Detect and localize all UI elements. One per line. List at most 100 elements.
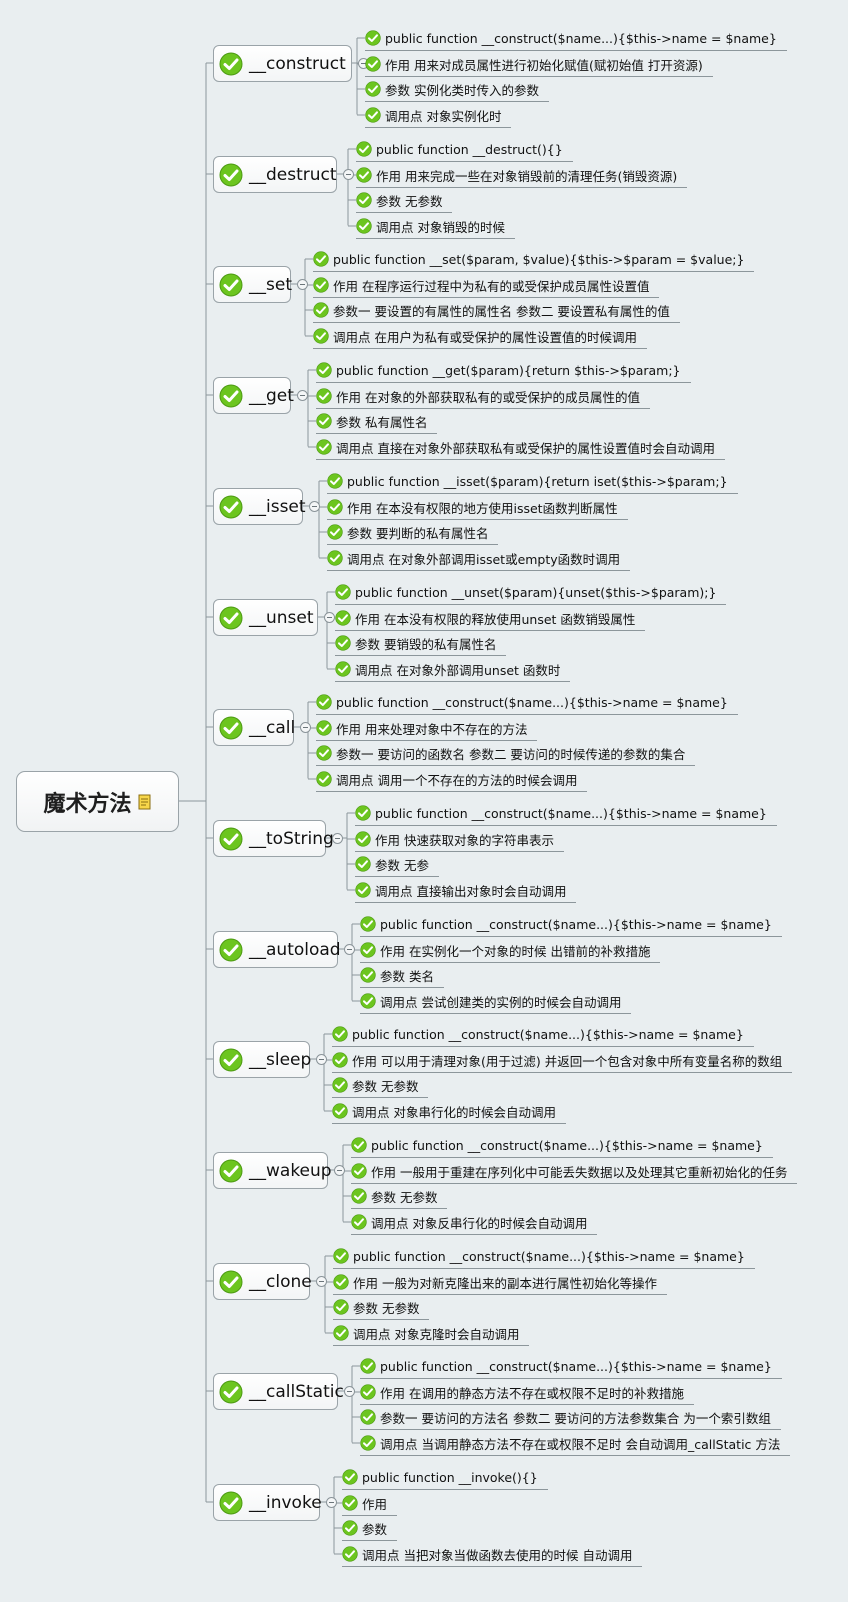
leaf-node[interactable]: public function __construct($name...){$t… bbox=[332, 1022, 754, 1047]
branch-node--get[interactable]: __get bbox=[213, 377, 294, 414]
collapse-toggle[interactable] bbox=[297, 390, 308, 401]
leaf-node[interactable]: public function __isset($param){return i… bbox=[327, 469, 738, 494]
collapse-toggle[interactable] bbox=[324, 612, 335, 623]
leaf-node[interactable]: 参数 无参 bbox=[355, 852, 439, 877]
leaf-node[interactable]: public function __construct($name...){$t… bbox=[355, 801, 777, 826]
leaf-node[interactable]: 作用 一般用于重建在序列化中可能丢失数据以及处理其它重新初始化的任务 bbox=[351, 1159, 798, 1184]
leaf-node[interactable]: public function __invoke(){} bbox=[342, 1465, 548, 1490]
leaf-node[interactable]: 参数 私有属性名 bbox=[316, 409, 438, 434]
branch-node--wakeup[interactable]: __wakeup bbox=[213, 1152, 332, 1189]
branch-node--unset[interactable]: __unset bbox=[213, 599, 318, 636]
check-icon bbox=[360, 1384, 376, 1400]
leaf-node[interactable]: 参数 无参数 bbox=[332, 1073, 429, 1098]
check-icon bbox=[332, 1052, 348, 1068]
check-icon bbox=[316, 720, 332, 736]
leaf-node[interactable]: 调用点 尝试创建类的实例的时候会自动调用 bbox=[360, 989, 632, 1014]
leaf-node[interactable]: 作用 在对象的外部获取私有的或受保护的成员属性的值 bbox=[316, 384, 650, 409]
leaf-node[interactable]: 作用 用来完成一些在对象销毁前的清理任务(销毁资源) bbox=[356, 163, 688, 188]
check-icon bbox=[333, 1325, 349, 1341]
leaf-node[interactable]: 调用点 对象克隆时会自动调用 bbox=[333, 1321, 530, 1346]
leaf-node[interactable]: 调用点 对象实例化时 bbox=[365, 103, 512, 128]
leaf-node[interactable]: 参数 要销毁的私有属性名 bbox=[335, 631, 507, 656]
branch-node--destruct[interactable]: __destruct bbox=[213, 156, 337, 193]
branch-node--clone[interactable]: __clone bbox=[213, 1263, 312, 1300]
leaf-node[interactable]: 作用 在实例化一个对象的时候 出错前的补救措施 bbox=[360, 938, 661, 963]
branch-node--autoload[interactable]: __autoload bbox=[213, 931, 341, 968]
leaf-node[interactable]: 调用点 直接输出对象时会自动调用 bbox=[355, 878, 577, 903]
leaf-node[interactable]: 调用点 在用户为私有或受保护的属性设置值的时候调用 bbox=[313, 324, 647, 349]
check-icon bbox=[219, 1380, 243, 1403]
branch-node--set[interactable]: __set bbox=[213, 266, 292, 303]
leaf-text: 参数 实例化类时传入的参数 bbox=[385, 82, 539, 98]
leaf-node[interactable]: 作用 可以用于清理对象(用于过滤) 并返回一个包含对象中所有变量名称的数组 bbox=[332, 1048, 793, 1073]
leaf-node[interactable]: 参数 无参数 bbox=[351, 1184, 448, 1209]
leaf-node[interactable]: 参数 无参数 bbox=[333, 1295, 430, 1320]
note-icon[interactable] bbox=[138, 794, 152, 810]
leaf-node[interactable]: 参数 要判断的私有属性名 bbox=[327, 520, 499, 545]
leaf-node[interactable]: 调用点 在对象外部调用unset 函数时 bbox=[335, 657, 571, 682]
leaf-node[interactable]: 调用点 对象反串行化的时候会自动调用 bbox=[351, 1210, 598, 1235]
leaf-text: 调用点 在用户为私有或受保护的属性设置值的时候调用 bbox=[333, 329, 637, 345]
leaf-node[interactable]: 参数 bbox=[342, 1516, 398, 1541]
collapse-toggle[interactable] bbox=[316, 1276, 327, 1287]
leaf-node[interactable]: 作用 快速获取对象的字符串表示 bbox=[355, 827, 564, 852]
leaf-node[interactable]: public function __set($param, $value){$t… bbox=[313, 247, 755, 272]
leaf-node[interactable]: 调用点 调用一个不存在的方法的时候会调用 bbox=[316, 767, 588, 792]
leaf-node[interactable]: public function __construct($name...){$t… bbox=[360, 1354, 782, 1379]
check-icon bbox=[360, 1409, 376, 1425]
leaf-node[interactable]: 参数一 要设置的有属性的属性名 参数二 要设置私有属性的值 bbox=[313, 298, 680, 323]
leaf-node[interactable]: public function __construct($name...){$t… bbox=[351, 1133, 773, 1158]
leaf-node[interactable]: 参数 类名 bbox=[360, 963, 444, 988]
collapse-toggle[interactable] bbox=[334, 1165, 345, 1176]
collapse-toggle[interactable] bbox=[332, 833, 343, 844]
leaf-node[interactable]: 作用 在程序运行过程中为私有的或受保护成员属性设置值 bbox=[313, 273, 660, 298]
leaf-node[interactable]: public function __unset($param){unset($t… bbox=[335, 580, 727, 605]
check-icon bbox=[335, 661, 351, 677]
leaf-node[interactable]: public function __construct($name...){$t… bbox=[316, 690, 738, 715]
leaf-node[interactable]: public function __get($param){return $th… bbox=[316, 358, 691, 383]
leaf-node[interactable]: 调用点 对象销毁的时候 bbox=[356, 214, 515, 239]
leaf-node[interactable]: 作用 一般为对新克隆出来的副本进行属性初始化等操作 bbox=[333, 1270, 667, 1295]
branch-label: __destruct bbox=[249, 164, 337, 185]
leaf-node[interactable]: public function __construct($name...){$t… bbox=[365, 26, 787, 51]
leaf-node[interactable]: 作用 在本没有权限的地方使用isset函数判断属性 bbox=[327, 495, 628, 520]
collapse-toggle[interactable] bbox=[344, 1386, 355, 1397]
leaf-node[interactable]: 参数一 要访问的函数名 参数二 要访问的时候传递的参数的集合 bbox=[316, 741, 696, 766]
branch-node--sleep[interactable]: __sleep bbox=[213, 1041, 311, 1078]
branch-node--call[interactable]: __call bbox=[213, 709, 295, 746]
leaf-text: 参数 无参数 bbox=[352, 1078, 419, 1094]
leaf-node[interactable]: public function __destruct(){} bbox=[356, 137, 573, 162]
leaf-node[interactable]: 调用点 当把对象当做函数去使用的时候 自动调用 bbox=[342, 1542, 643, 1567]
leaf-node[interactable]: public function __construct($name...){$t… bbox=[333, 1244, 755, 1269]
branch-node--callstatic[interactable]: __callStatic bbox=[213, 1373, 344, 1410]
leaf-node[interactable]: 调用点 直接在对象外部获取私有或受保护的属性设置值时会自动调用 bbox=[316, 435, 725, 460]
leaf-node[interactable]: 作用 在调用的静态方法不存在或权限不足时的补救措施 bbox=[360, 1380, 694, 1405]
collapse-toggle[interactable] bbox=[300, 722, 311, 733]
branch-node--tostring[interactable]: __toString bbox=[213, 820, 334, 857]
leaf-node[interactable]: 作用 用来对成员属性进行初始化赋值(赋初始值 打开资源) bbox=[365, 52, 713, 77]
leaf-node[interactable]: 参数 无参数 bbox=[356, 188, 453, 213]
branch-label: __toString bbox=[249, 828, 334, 849]
leaf-node[interactable]: 作用 在本没有权限的释放使用unset 函数销毁属性 bbox=[335, 606, 646, 631]
collapse-toggle[interactable] bbox=[309, 501, 320, 512]
leaf-node[interactable]: public function __construct($name...){$t… bbox=[360, 912, 782, 937]
leaf-node[interactable]: 作用 bbox=[342, 1491, 398, 1516]
collapse-toggle[interactable] bbox=[326, 1497, 337, 1508]
leaf-node[interactable]: 调用点 在对象外部调用isset或empty函数时调用 bbox=[327, 546, 631, 571]
leaf-node[interactable]: 参数 实例化类时传入的参数 bbox=[365, 77, 549, 102]
collapse-toggle[interactable] bbox=[316, 1054, 327, 1065]
leaf-node[interactable]: 作用 用来处理对象中不存在的方法 bbox=[316, 716, 538, 741]
leaf-text: 参数 无参 bbox=[375, 857, 429, 873]
collapse-toggle[interactable] bbox=[297, 279, 308, 290]
branch-node--invoke[interactable]: __invoke bbox=[213, 1484, 322, 1521]
check-icon bbox=[332, 1026, 348, 1042]
leaf-node[interactable]: 调用点 对象串行化的时候会自动调用 bbox=[332, 1099, 566, 1124]
collapse-toggle[interactable] bbox=[344, 944, 355, 955]
root-node[interactable]: 魔术方法 bbox=[16, 771, 179, 832]
collapse-toggle[interactable] bbox=[343, 169, 354, 180]
leaf-node[interactable]: 参数一 要访问的方法名 参数二 要访问的方法参数集合 为一个索引数组 bbox=[360, 1405, 781, 1430]
branch-node--isset[interactable]: __isset bbox=[213, 488, 306, 525]
check-icon bbox=[332, 1103, 348, 1119]
leaf-node[interactable]: 调用点 当调用静态方法不存在或权限不足时 会自动调用_callStatic 方法 bbox=[360, 1431, 791, 1456]
branch-node--construct[interactable]: __construct bbox=[213, 45, 352, 82]
